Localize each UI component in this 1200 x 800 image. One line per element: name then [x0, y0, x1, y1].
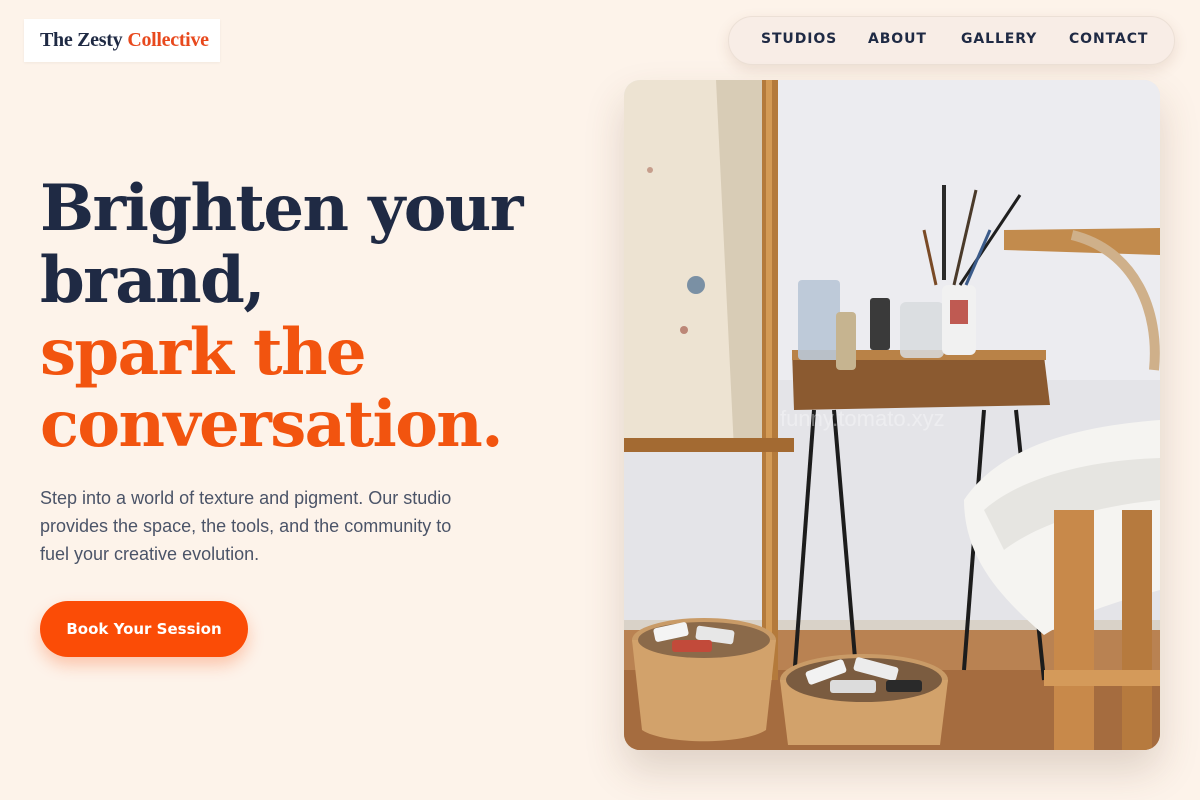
nav-item-contact[interactable]: CONTACT	[1069, 31, 1148, 47]
nav-item-gallery[interactable]: GALLERY	[961, 31, 1037, 47]
lede-line-2: provides the space, the tools, and the c…	[40, 516, 452, 536]
headline-accent-line-2: conversation.	[40, 387, 503, 462]
brand-logo[interactable]: The Zesty Collective	[24, 19, 220, 62]
lede-line-3: fuel your creative evolution.	[40, 544, 260, 564]
headline-line-2: brand,	[40, 243, 266, 318]
nav-item-studios[interactable]: STUDIOS	[761, 31, 837, 47]
brand-name-part1: The Zesty	[40, 29, 123, 51]
photo-watermark: funny.tomato.xyz	[780, 406, 945, 431]
book-session-button[interactable]: Book Your Session	[40, 601, 248, 657]
nav-item-about[interactable]: ABOUT	[868, 31, 927, 47]
hero-image: funny.tomato.xyz	[624, 80, 1160, 750]
main-nav: STUDIOS ABOUT GALLERY CONTACT	[728, 16, 1175, 65]
headline-line-1: Brighten your	[40, 171, 523, 246]
hero-headline: Brighten your brand, spark the conversat…	[40, 173, 620, 461]
lede-line-1: Step into a world of texture and pigment…	[40, 488, 452, 508]
hero-description: Step into a world of texture and pigment…	[40, 484, 510, 568]
headline-accent-line-1: spark the	[40, 315, 367, 390]
brand-name-part2: Collective	[127, 29, 209, 51]
